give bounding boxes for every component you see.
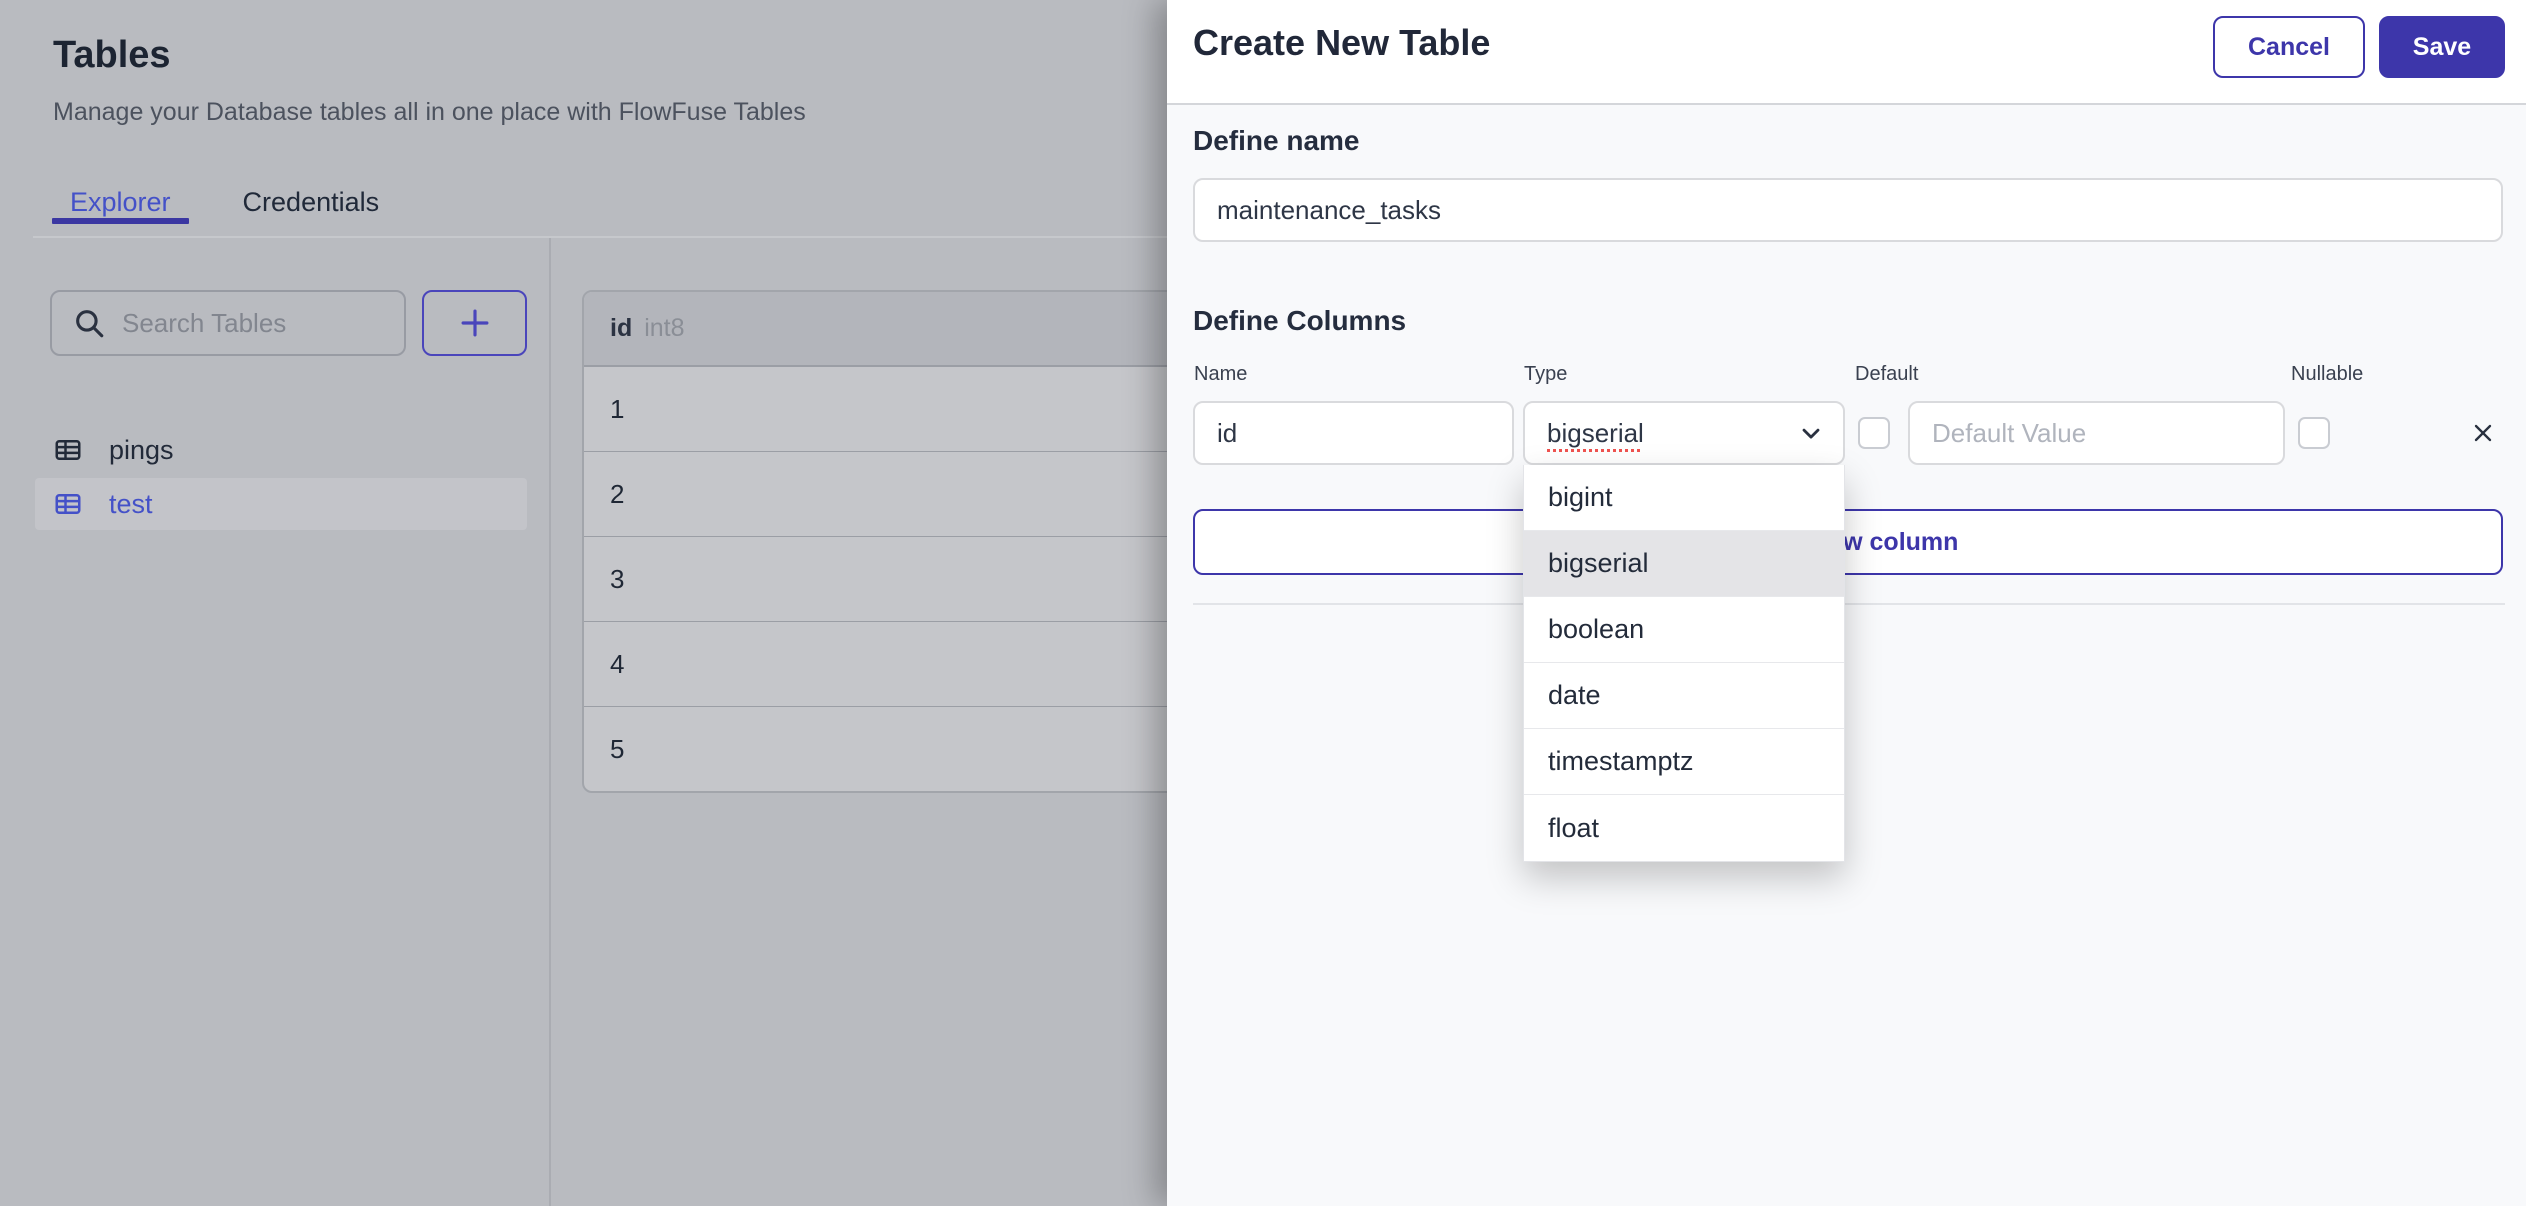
tab-credentials-label: Credentials (242, 187, 380, 217)
type-option-date[interactable]: date (1524, 663, 1844, 729)
search-placeholder: Search Tables (122, 307, 287, 338)
column-label-type: Type (1524, 363, 1568, 385)
columns-section-divider (1193, 603, 2505, 605)
sidebar-table-test[interactable]: test (35, 478, 527, 530)
column-type-value: bigserial (1547, 417, 1644, 448)
sidebar-divider (549, 238, 551, 1206)
chevron-down-icon (1802, 428, 1820, 439)
sidebar-table-pings[interactable]: pings (35, 424, 527, 476)
tabs-divider (33, 236, 1167, 238)
column-label-default: Default (1855, 363, 1919, 385)
remove-column-button[interactable] (2459, 403, 2507, 463)
column-label-nullable: Nullable (2291, 363, 2364, 385)
type-option-bigserial[interactable]: bigserial (1524, 531, 1844, 597)
type-option-boolean[interactable]: boolean (1524, 597, 1844, 663)
plus-icon (461, 309, 488, 337)
table-icon (55, 494, 81, 514)
type-option-timestamptz[interactable]: timestamptz (1524, 729, 1844, 795)
default-checkbox[interactable] (1858, 417, 1890, 449)
table-name-label: pings (109, 434, 174, 465)
type-option-bigint[interactable]: bigint (1524, 465, 1844, 531)
page-subtitle: Manage your Database tables all in one p… (53, 98, 806, 126)
save-button[interactable]: Save (2379, 16, 2505, 78)
table-name-label: test (109, 488, 153, 519)
column-name-input[interactable] (1193, 401, 1514, 465)
flowfuse-tables-screen: Tables Manage your Database tables all i… (0, 0, 2526, 1206)
add-table-button[interactable] (422, 290, 527, 356)
drawer-body: Define name Define Columns Name Type Def… (1167, 105, 2526, 1206)
tab-explorer-label: Explorer (70, 187, 171, 217)
table-name-input[interactable] (1193, 178, 2503, 242)
define-name-heading: Define name (1193, 125, 1360, 156)
default-value-input[interactable] (1908, 401, 2285, 465)
table-icon (55, 440, 81, 460)
page-title: Tables (53, 34, 171, 76)
tables-list: pings test (35, 424, 527, 532)
tab-explorer[interactable]: Explorer (52, 180, 189, 238)
column-header-type: int8 (644, 314, 685, 342)
drawer-title: Create New Table (1193, 22, 1491, 63)
type-option-float[interactable]: float (1524, 795, 1844, 861)
close-icon (2474, 424, 2492, 442)
column-label-name: Name (1194, 363, 1248, 385)
search-input[interactable]: Search Tables (50, 290, 406, 356)
tab-credentials[interactable]: Credentials (225, 180, 398, 238)
column-type-select[interactable]: bigserial (1523, 401, 1845, 465)
active-tab-underline (52, 218, 189, 224)
tab-bar: Explorer Credentials (52, 180, 397, 238)
cancel-button[interactable]: Cancel (2213, 16, 2365, 78)
create-table-drawer: Create New Table Cancel Save Define name… (1167, 0, 2526, 1206)
column-header-name: id (610, 314, 633, 342)
add-column-button[interactable]: Add a new column (1193, 509, 2503, 575)
type-dropdown-menu: bigint bigserial boolean date timestamptz flo… (1523, 465, 1845, 862)
drawer-header: Create New Table Cancel Save (1167, 0, 2526, 105)
define-columns-heading: Define Columns (1193, 305, 1407, 336)
search-icon (76, 310, 104, 338)
nullable-checkbox[interactable] (2298, 417, 2330, 449)
